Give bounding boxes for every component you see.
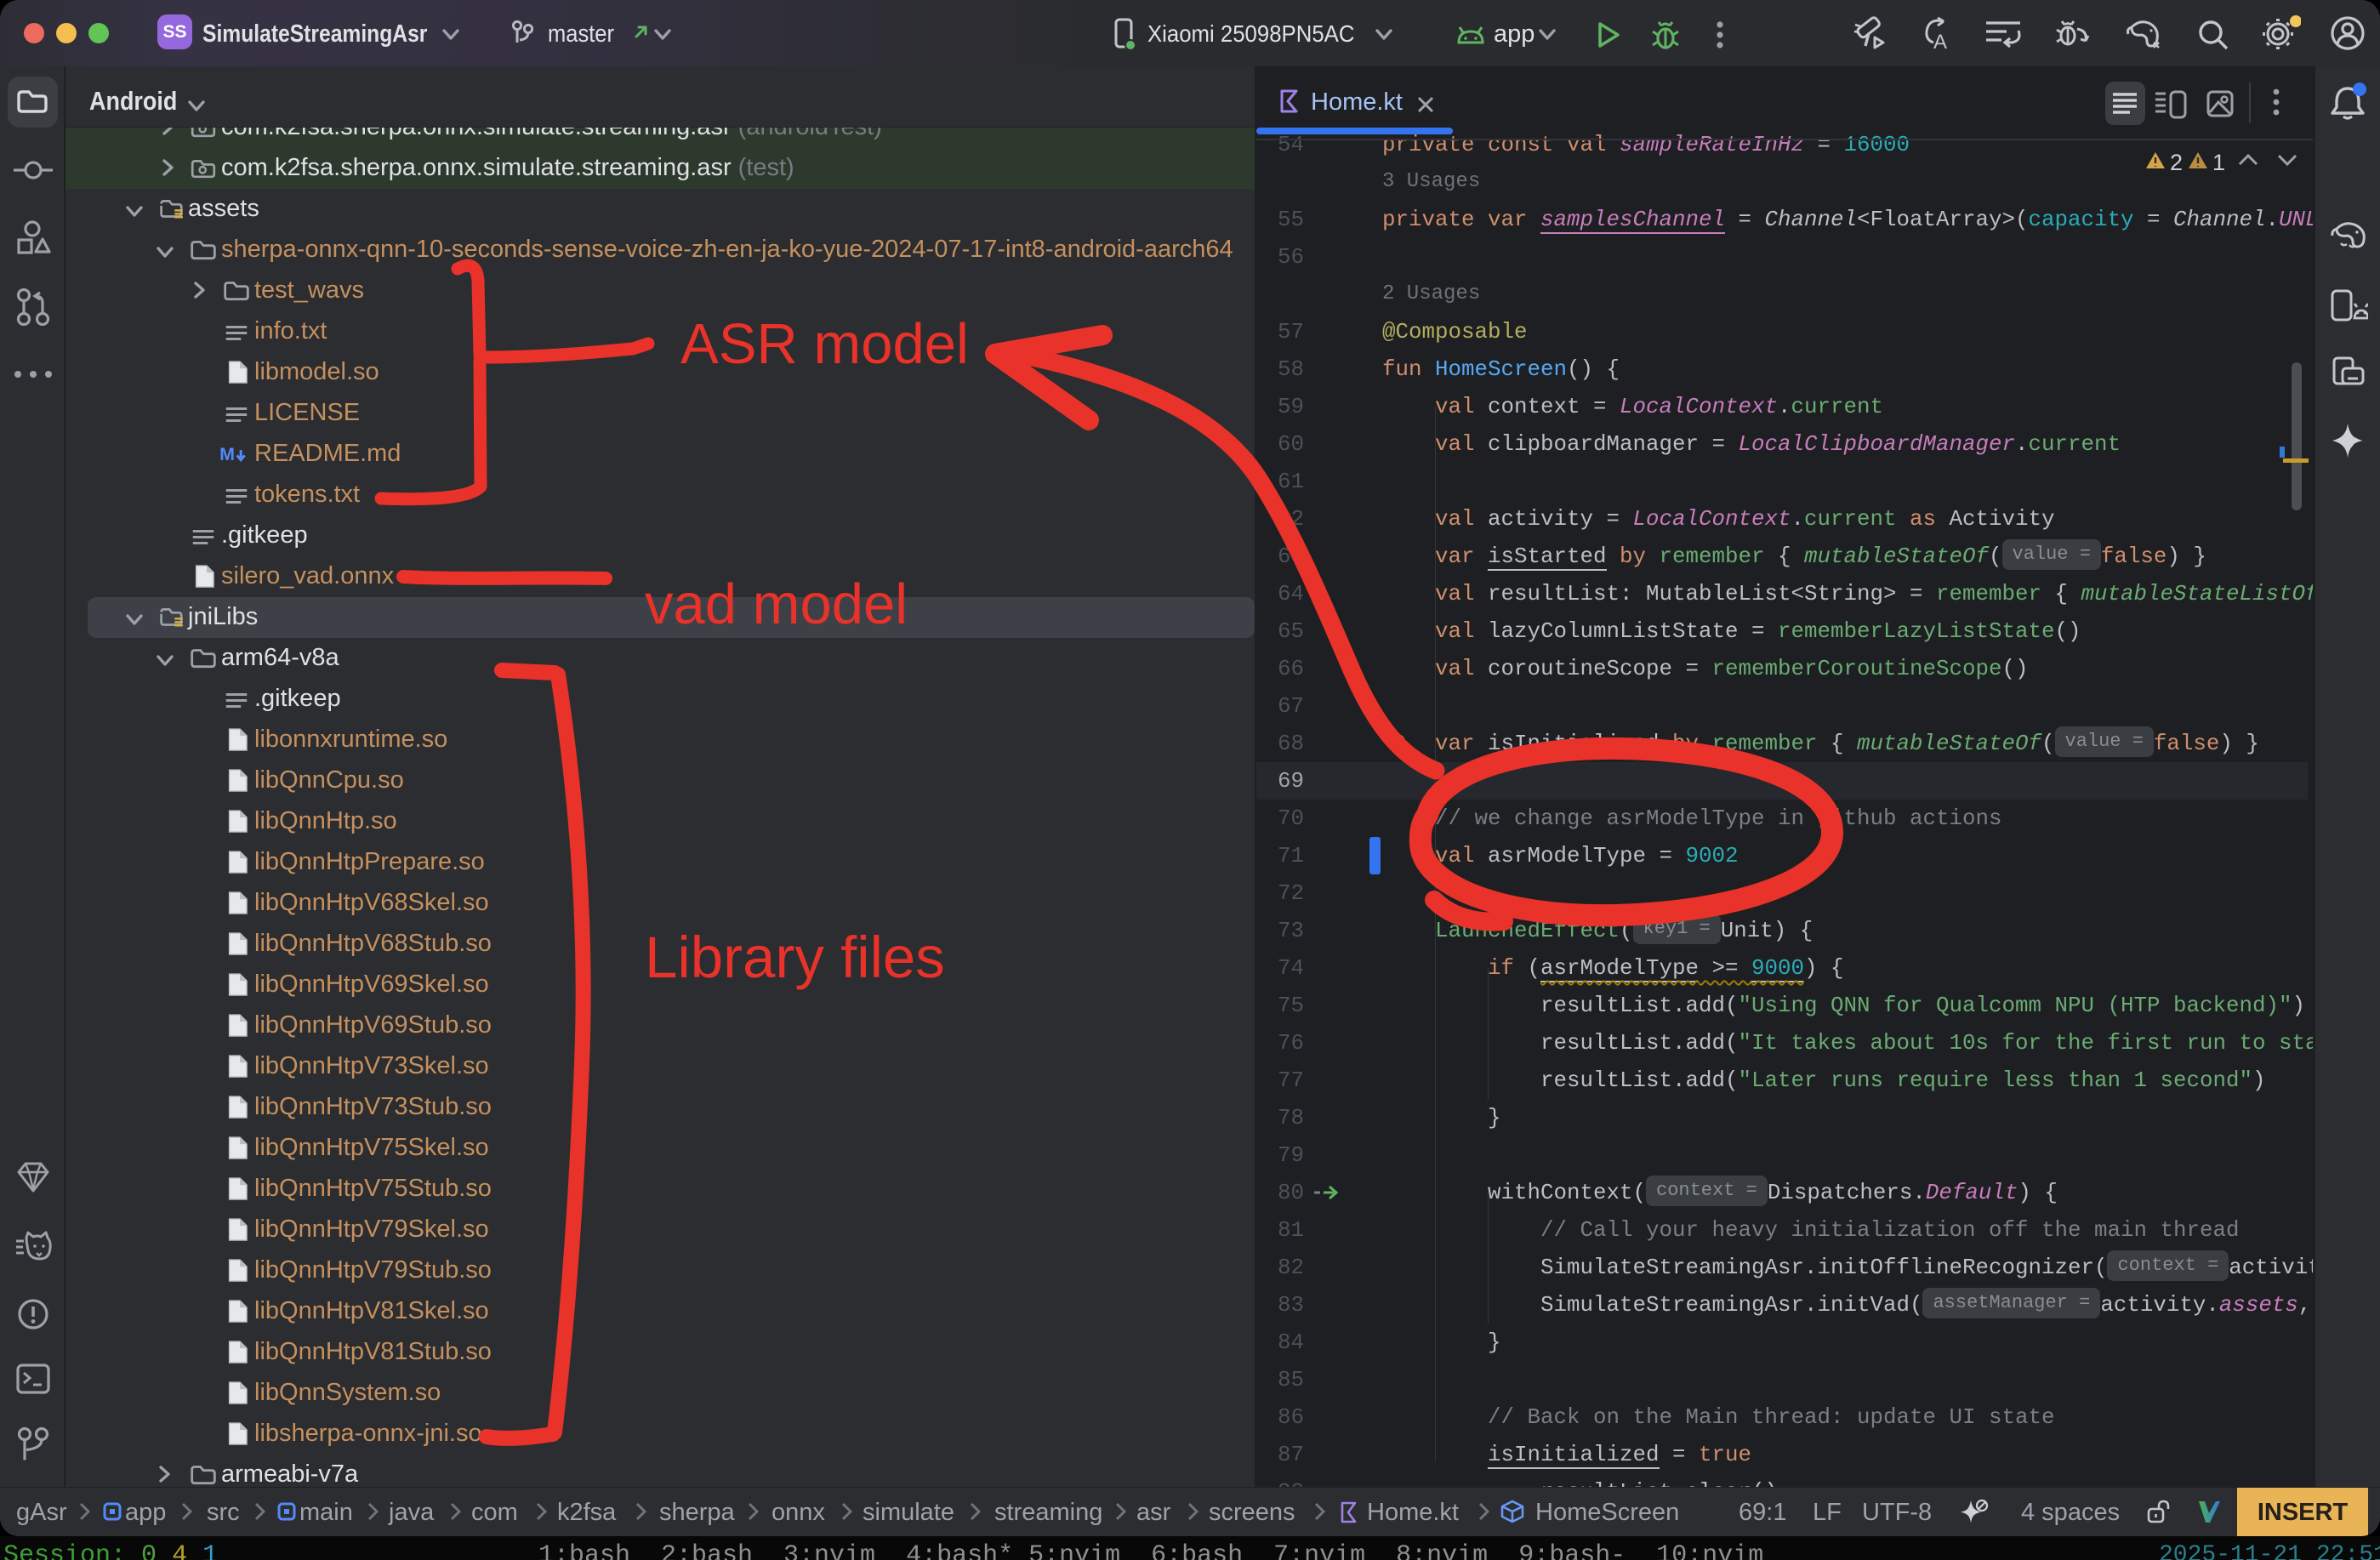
svg-text:1: 1 [2212,150,2225,175]
svg-text:M: M [219,444,235,464]
svg-text:A: A [1933,31,1947,50]
svg-text:2: 2 [2170,150,2183,175]
